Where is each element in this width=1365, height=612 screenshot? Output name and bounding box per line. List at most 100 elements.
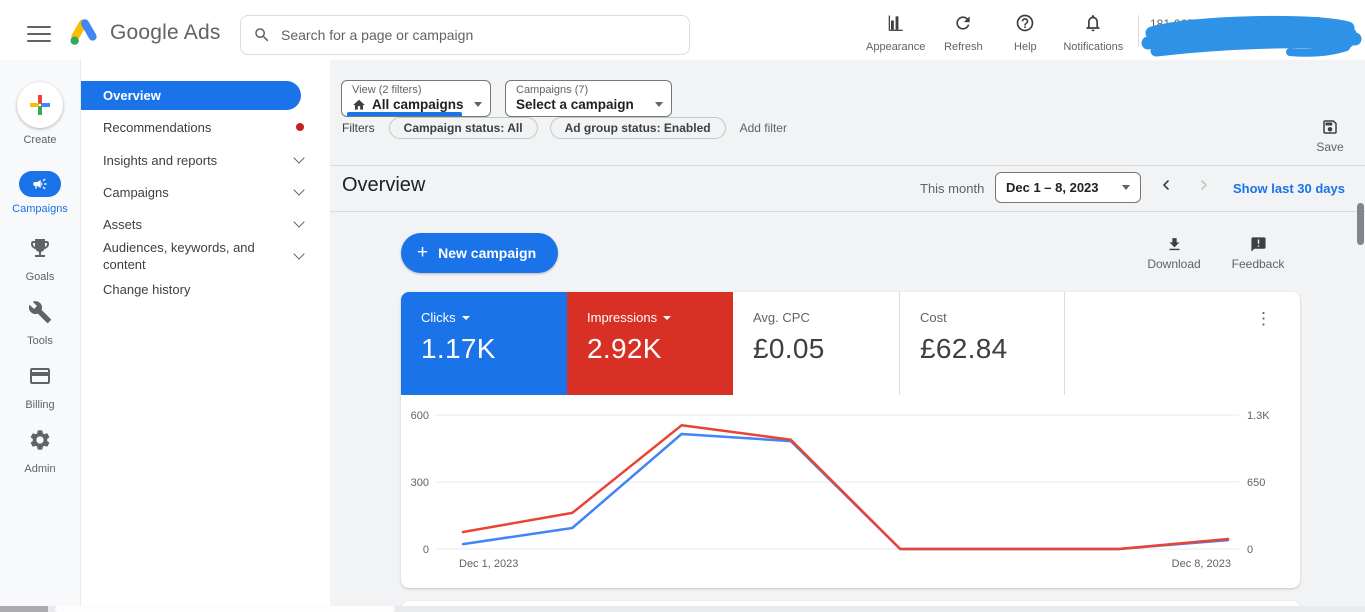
left-axis-tick: 600	[411, 410, 429, 422]
nav-item-label: Change history	[103, 281, 191, 297]
period-label: This month	[920, 181, 985, 196]
topbar-divider	[1138, 15, 1139, 47]
scorecard-clicks[interactable]: Clicks 1.17K	[401, 292, 567, 395]
rail-item-campaigns[interactable]: Campaigns	[0, 171, 80, 215]
left-axis-tick: 300	[411, 477, 429, 489]
nav-item-label: Campaigns	[103, 184, 169, 200]
previous-period-button[interactable]	[1158, 177, 1174, 193]
nav-item-change-history[interactable]: Change history	[81, 273, 331, 305]
campaign-select-value: Select a campaign	[516, 97, 634, 112]
new-campaign-button[interactable]: + New campaign	[401, 233, 559, 273]
search-bar[interactable]	[240, 15, 690, 55]
hamburger-menu-icon[interactable]	[27, 26, 51, 42]
overflow-menu-button[interactable]: ⋮	[1255, 310, 1272, 327]
scorecard-label: Clicks	[421, 310, 567, 325]
refresh-button[interactable]: Refresh	[939, 13, 987, 53]
feedback-label: Feedback	[1231, 257, 1285, 271]
new-campaign-label: New campaign	[438, 245, 537, 261]
save-button[interactable]: Save	[1305, 118, 1355, 154]
x-axis-label-start: Dec 1, 2023	[459, 558, 518, 570]
download-label: Download	[1147, 257, 1201, 271]
view-select-active-underline	[347, 112, 462, 116]
right-axis-tick: 650	[1247, 477, 1265, 489]
scorecard-impressions[interactable]: Impressions 2.92K	[567, 292, 733, 395]
chevron-down-icon	[663, 315, 672, 320]
megaphone-icon	[19, 171, 61, 197]
download-button[interactable]: Download	[1147, 236, 1201, 271]
search-input[interactable]	[281, 27, 677, 43]
wrench-icon	[28, 300, 52, 329]
topbar: Google Ads Appearance Refresh Help Notifica…	[0, 0, 1365, 60]
nav-item-label: Assets	[103, 216, 143, 232]
nav-item-overview[interactable]: Overview	[81, 81, 301, 110]
gear-icon	[28, 428, 52, 457]
divider	[330, 211, 1365, 212]
x-axis-label-end: Dec 8, 2023	[1172, 558, 1231, 570]
horizontal-scrollbar[interactable]	[0, 606, 1365, 612]
rail-item-create[interactable]: Create	[0, 82, 80, 146]
credit-card-icon	[28, 364, 52, 393]
scorecard-label: Cost	[920, 310, 947, 325]
add-filter-button[interactable]: Add filter	[740, 121, 787, 135]
notifications-button[interactable]: Notifications	[1063, 13, 1123, 53]
account-email: bsom	[1150, 34, 1180, 48]
right-axis-tick: 0	[1247, 544, 1253, 556]
trophy-icon	[28, 236, 52, 265]
next-period-button[interactable]	[1196, 177, 1212, 193]
view-select-label: View (2 filters)	[352, 84, 422, 96]
filters-label: Filters	[342, 121, 375, 135]
scorecard-cost[interactable]: Cost £62.84	[899, 292, 1065, 395]
view-select[interactable]: View (2 filters) All campaigns	[341, 80, 491, 117]
nav-item-campaigns[interactable]: Campaigns	[81, 176, 331, 208]
filters-row: Filters Campaign status: All Ad group sta…	[342, 117, 787, 139]
search-icon	[255, 28, 269, 42]
topbar-action-label: Help	[1014, 41, 1037, 53]
secondary-nav: Overview Recommendations Insights and repo…	[80, 60, 330, 612]
scorecard-label: Avg. CPC	[753, 310, 810, 325]
rail-item-billing[interactable]: Billing	[0, 364, 80, 411]
feedback-button[interactable]: Feedback	[1231, 236, 1285, 271]
divider	[330, 165, 1365, 166]
avatar[interactable]	[1302, 17, 1332, 47]
scorecard-avg-cpc[interactable]: Avg. CPC £0.05	[733, 292, 899, 395]
nav-item-label: Insights and reports	[103, 152, 218, 168]
plus-multicolor-icon	[17, 82, 63, 128]
help-button[interactable]: Help	[1001, 13, 1049, 53]
help-icon	[1015, 13, 1035, 38]
scorecard-label: Impressions	[587, 310, 733, 325]
vertical-scrollbar-thumb[interactable]	[1357, 203, 1364, 245]
rail-item-goals[interactable]: Goals	[0, 236, 80, 283]
appearance-button[interactable]: Appearance	[866, 13, 925, 53]
google-ads-logo	[70, 19, 97, 45]
refresh-icon	[953, 13, 973, 38]
campaign-select[interactable]: Campaigns (7) Select a campaign	[505, 80, 672, 117]
topbar-action-label: Appearance	[866, 41, 926, 53]
nav-item-label: Recommendations	[103, 119, 212, 135]
nav-item-assets[interactable]: Assets	[81, 208, 331, 240]
show-last-30-days-link[interactable]: Show last 30 days	[1233, 181, 1345, 196]
chevron-right-icon	[1201, 180, 1207, 190]
feedback-icon	[1250, 237, 1266, 252]
scorecard-value: 1.17K	[421, 333, 496, 364]
rail-item-tools[interactable]: Tools	[0, 300, 80, 347]
plus-icon: +	[417, 242, 429, 263]
rail-item-admin[interactable]: Admin	[0, 428, 80, 475]
nav-item-audiences-keywords-and-content[interactable]: Audiences, keywords, and content	[81, 238, 331, 274]
chevron-down-icon	[293, 216, 305, 228]
chevron-down-icon	[461, 315, 470, 320]
overview-card: Clicks 1.17K Impressions 2.92K Avg. CPC £0.05…	[401, 292, 1300, 588]
scorecard-value: £62.84	[920, 333, 1008, 364]
save-label: Save	[1316, 140, 1344, 154]
date-range-picker[interactable]: Dec 1 – 8, 2023	[995, 172, 1141, 203]
horizontal-scrollbar-thumb[interactable]	[0, 606, 48, 612]
nav-item-recommendations[interactable]: Recommendations	[81, 111, 331, 143]
filter-chip[interactable]: Campaign status: All	[388, 117, 538, 139]
scorecards: Clicks 1.17K Impressions 2.92K Avg. CPC £0.05…	[401, 292, 1065, 395]
topbar-action-label: Notifications	[1063, 41, 1124, 53]
filter-chip[interactable]: Ad group status: Enabled	[549, 117, 726, 139]
nav-item-insights-and-reports[interactable]: Insights and reports	[81, 144, 331, 176]
account-info[interactable]: 181-987- bsom	[1150, 17, 1295, 48]
left-rail: Create Campaigns Goals Tools Billing Admin	[0, 60, 80, 612]
left-axis-tick: 0	[423, 544, 429, 556]
nav-item-label: Audiences, keywords, and content	[103, 240, 255, 272]
